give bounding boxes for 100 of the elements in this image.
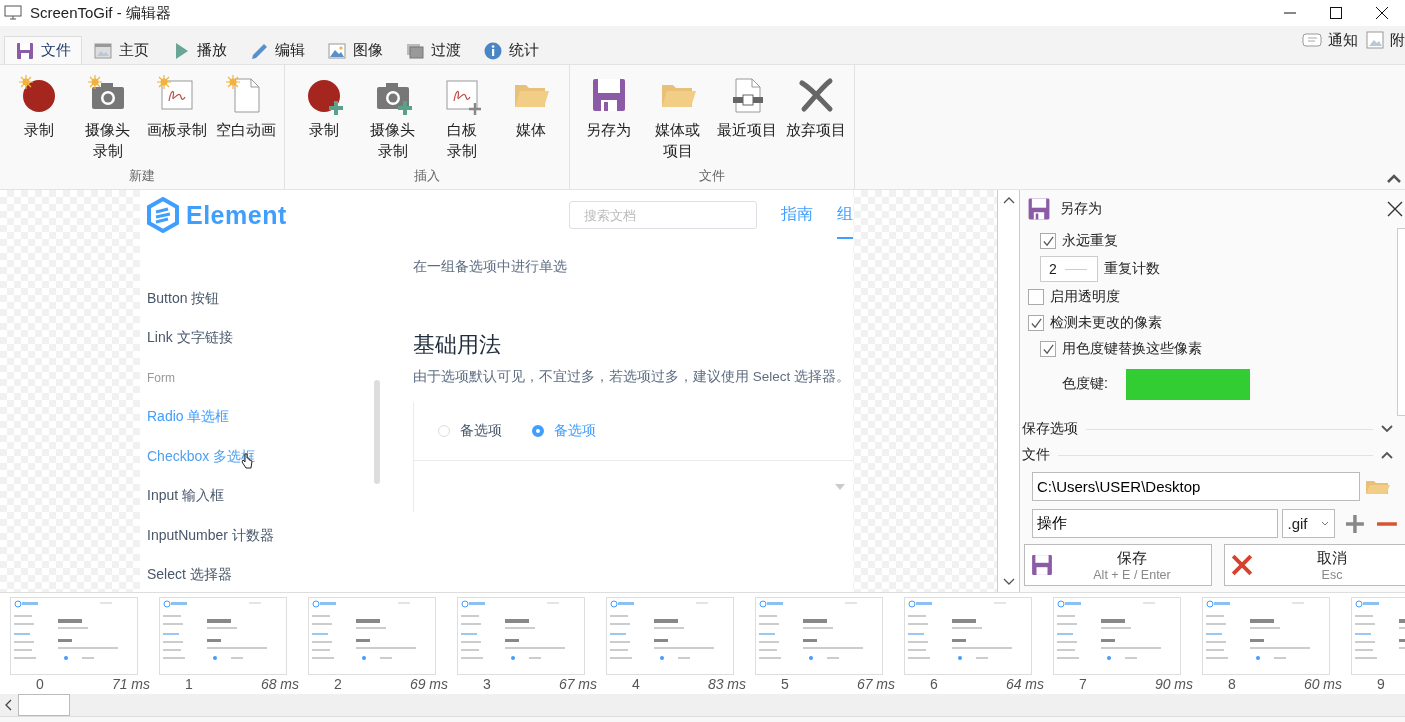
color-swatch[interactable]: [1125, 368, 1250, 400]
frame-number: 5: [781, 676, 789, 693]
frame-delay: 83 ms: [707, 676, 746, 693]
save-icon: [1026, 196, 1052, 222]
description-text: 由于选项默认可见，不宜过多，若选项过多，建议使用 Select 选择器。: [413, 368, 852, 386]
scrollbar-thumb[interactable]: [374, 380, 380, 484]
ribbon-button[interactable]: 媒体: [496, 71, 565, 167]
field-label: 色度键:: [1062, 375, 1108, 393]
scroll-up-icon[interactable]: [1002, 196, 1015, 204]
window-icon: [93, 40, 113, 61]
ribbon-tab[interactable]: 统计: [472, 36, 550, 64]
sidebar-item[interactable]: InputNumber 计数器: [147, 516, 385, 556]
frame-number: 8: [1228, 676, 1236, 693]
scrollbar-track[interactable]: [1397, 228, 1405, 416]
frame-delay: 67 ms: [856, 676, 895, 693]
monitor-icon: [4, 5, 22, 21]
frame-number: 2: [334, 676, 342, 693]
checkbox-label: 检测未更改的像素: [1050, 314, 1162, 332]
image-icon: [1366, 31, 1384, 49]
close-icon[interactable]: [1387, 201, 1403, 217]
ribbon-button[interactable]: 媒体或 项目: [643, 71, 712, 167]
frame-delay: 71 ms: [111, 676, 150, 693]
collapse-icon[interactable]: [1387, 173, 1401, 183]
scroll-left-icon[interactable]: [4, 699, 12, 711]
cancel-button[interactable]: 取消 Esc: [1224, 544, 1405, 586]
ribbon-button[interactable]: 录制: [289, 71, 358, 167]
ribbon-button[interactable]: 录制: [4, 71, 73, 167]
checkbox-label: 永远重复: [1062, 232, 1118, 250]
frame-number: 3: [483, 676, 491, 693]
ribbon-button[interactable]: 画板录制: [142, 71, 211, 167]
ribbon-button[interactable]: 白板 录制: [427, 71, 496, 167]
section-header[interactable]: 保存选项: [1022, 420, 1078, 438]
frame-delay: 90 ms: [1154, 676, 1193, 693]
scrollbar-thumb[interactable]: [18, 694, 70, 716]
sidebar-heading: Form: [147, 369, 176, 387]
checkbox[interactable]: [1040, 341, 1056, 357]
checkbox-label: 用色度键替换这些像素: [1062, 340, 1202, 358]
chevron-down-icon[interactable]: [1381, 425, 1393, 433]
ribbon-tab[interactable]: 编辑: [238, 36, 316, 64]
frame-number: 1: [185, 676, 193, 693]
frame-delay: 60 ms: [1303, 676, 1342, 693]
checkbox[interactable]: [1040, 233, 1056, 249]
radio-option[interactable]: 备选项: [438, 422, 502, 440]
frame-number: 9: [1377, 676, 1385, 693]
frame-number: 7: [1079, 676, 1087, 693]
field-label: 重复计数: [1104, 260, 1160, 278]
panel-title: 另存为: [1060, 200, 1102, 218]
ribbon-tab[interactable]: 播放: [160, 36, 238, 64]
group-label: 新建: [129, 167, 155, 185]
intro-text: 在一组备选项中进行单选: [413, 258, 568, 276]
frame-delay: 69 ms: [409, 676, 448, 693]
ribbon-tab[interactable]: 图像: [316, 36, 394, 64]
frame-delay: 68 ms: [260, 676, 299, 693]
ribbon-button[interactable]: 最近项目: [712, 71, 781, 167]
save-button[interactable]: 保存 Alt + E / Enter: [1024, 544, 1212, 586]
toolbar-button[interactable]: 通知: [1302, 26, 1358, 54]
message-icon: [1302, 32, 1322, 48]
close-icon: [1231, 554, 1253, 576]
hexagon-logo-icon: [146, 197, 180, 233]
group-label: 文件: [699, 167, 725, 185]
section-header[interactable]: 文件: [1022, 446, 1050, 464]
logo-text: Element: [186, 200, 287, 230]
ribbon-tab[interactable]: 主页: [82, 36, 160, 64]
checkbox[interactable]: [1028, 315, 1044, 331]
ribbon-button[interactable]: 空白动画: [211, 71, 280, 167]
scroll-down-icon[interactable]: [1002, 578, 1015, 586]
minus-icon[interactable]: [1377, 520, 1397, 527]
filename-field[interactable]: 操作: [1032, 509, 1278, 538]
checkbox-label: 启用透明度: [1050, 288, 1120, 306]
toolbar-button[interactable]: 附: [1366, 26, 1405, 54]
ribbon-tab[interactable]: 文件: [4, 36, 82, 64]
ribbon-button[interactable]: 另存为: [574, 71, 643, 167]
info-icon: [483, 40, 503, 61]
plus-icon[interactable]: [1345, 513, 1366, 534]
maximize-icon: [1330, 7, 1342, 19]
frame-number: 4: [632, 676, 640, 693]
sidebar-item[interactable]: Select 选择器: [147, 555, 385, 592]
extension-dropdown[interactable]: .gif: [1281, 509, 1336, 538]
sidebar-item[interactable]: Button 按钮: [147, 279, 385, 319]
ribbon-button[interactable]: 摄像头 录制: [358, 71, 427, 167]
frame-number: 6: [930, 676, 938, 693]
ribbon-tab[interactable]: 过渡: [394, 36, 472, 64]
sidebar-item[interactable]: Link 文字链接: [147, 318, 385, 358]
close-icon: [1376, 7, 1388, 19]
caret-down-icon: [1321, 521, 1330, 526]
save-icon: [1031, 554, 1053, 576]
chevron-up-icon[interactable]: [1381, 451, 1393, 459]
folder-field[interactable]: C:\Users\USER\Desktop: [1032, 472, 1360, 501]
ribbon-button[interactable]: 放弃项目: [781, 71, 850, 167]
checkbox[interactable]: [1028, 289, 1044, 305]
frame-delay: 64 ms: [1005, 676, 1044, 693]
save-icon: [15, 40, 35, 61]
sidebar-item[interactable]: Input 输入框: [147, 476, 385, 516]
frame-delay: 67 ms: [558, 676, 597, 693]
ribbon-button[interactable]: 摄像头 录制: [73, 71, 142, 167]
window-title: ScreenToGif - 编辑器: [30, 3, 171, 23]
number-field[interactable]: 2: [1040, 256, 1098, 282]
search-field[interactable]: 搜索文档: [569, 201, 757, 229]
image-icon: [327, 40, 347, 61]
frame-number: 0: [36, 676, 44, 693]
